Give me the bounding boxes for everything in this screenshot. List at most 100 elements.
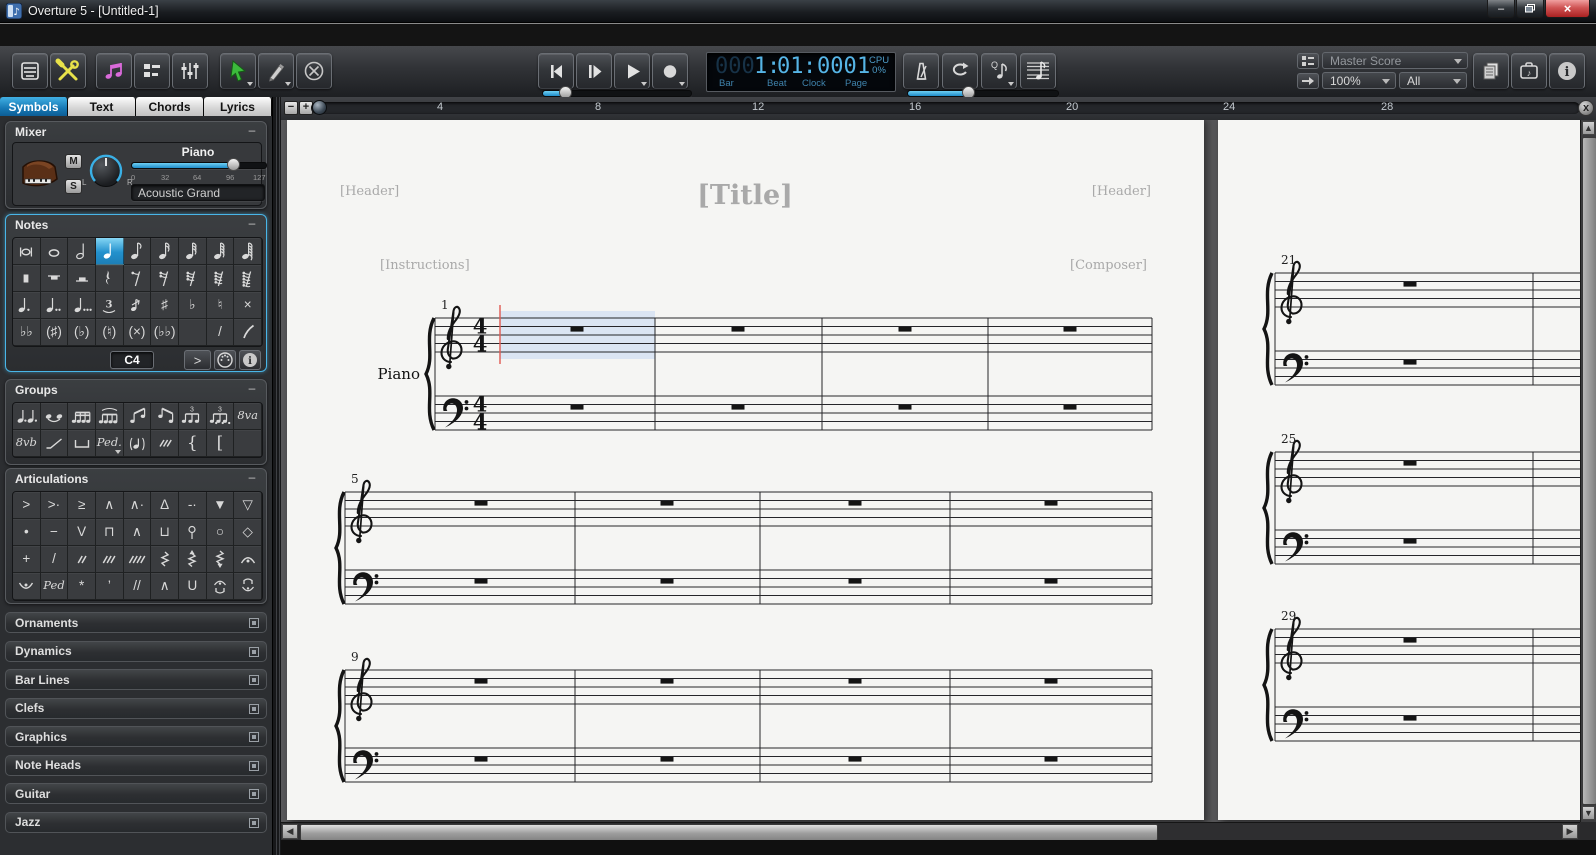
paren-double-sharp-button[interactable]: (×) (123, 319, 152, 346)
vertical-scroll-thumb[interactable] (1582, 137, 1596, 805)
double-whole-rest-button[interactable] (13, 265, 41, 292)
tremolo-group-button[interactable] (151, 430, 179, 457)
quarter-note-button[interactable] (95, 238, 124, 265)
play-button[interactable] (614, 53, 650, 89)
tools-button[interactable] (50, 53, 86, 89)
expand-icon[interactable] (249, 732, 259, 742)
bracket-u-button[interactable]: U (178, 573, 207, 600)
soft-marcato-button[interactable]: ∧ (151, 573, 179, 600)
thirtysecond-rest-button[interactable] (178, 265, 207, 292)
panel-bar-clefs[interactable]: Clefs (5, 697, 267, 719)
ruler-minus-button[interactable]: − (284, 101, 298, 115)
scroll-up-button[interactable]: ▲ (1582, 121, 1595, 135)
select-arrow-button[interactable] (220, 53, 256, 89)
octave-down-button[interactable]: 8vb (13, 430, 41, 457)
copy-pages-button[interactable] (1473, 53, 1509, 89)
ruler-groove[interactable]: 4 8 12 16 20 24 28 (311, 101, 1580, 114)
tab-text[interactable]: Text (68, 97, 136, 116)
paren-sharp-button[interactable]: (♯) (40, 319, 69, 346)
natural-button[interactable]: ♮ (206, 292, 235, 319)
harmonic-stem-button[interactable] (178, 519, 207, 546)
flat-button[interactable]: ♭ (178, 292, 207, 319)
marcato-button[interactable]: ∧ (95, 492, 124, 519)
solo-button[interactable]: S (65, 179, 82, 194)
marcato-staccato-button[interactable]: ∧· (123, 492, 152, 519)
goto-button[interactable] (1297, 73, 1319, 89)
dotted-note-pair-button[interactable] (13, 403, 41, 430)
panel-bar-barlines[interactable]: Bar Lines (5, 669, 267, 690)
bracket-line-button[interactable] (68, 430, 96, 457)
fermata-u-button[interactable] (206, 573, 235, 600)
octave-up-button[interactable]: 8va (234, 403, 262, 430)
heavy-accent-button[interactable]: ≥ (68, 492, 96, 519)
expand-icon[interactable] (249, 789, 259, 799)
tremolo-1-button[interactable]: / (40, 546, 69, 573)
tenuto-staccato-button[interactable]: -· (178, 492, 207, 519)
cross-staff-button[interactable] (1020, 53, 1056, 89)
scroll-right-button[interactable]: ▶ (1562, 824, 1578, 839)
diamond-button[interactable]: ◇ (234, 519, 262, 546)
paren-note-button[interactable] (123, 430, 152, 457)
grace-note-button[interactable] (123, 292, 152, 319)
tuplet-button[interactable]: 3 (95, 292, 124, 319)
beam-descending-button[interactable] (151, 403, 179, 430)
metronome-button[interactable] (903, 53, 939, 89)
down-bow-button[interactable]: ▽ (234, 492, 262, 519)
arpeggio-up-button[interactable] (178, 546, 207, 573)
view-list-button[interactable] (1297, 53, 1319, 69)
double-flat-button[interactable]: ♭♭ (13, 319, 41, 346)
shuttle-slider[interactable] (542, 86, 692, 99)
track-list-button[interactable] (134, 53, 170, 89)
accent-button[interactable]: > (13, 492, 41, 519)
dropdown-icon[interactable] (114, 450, 121, 454)
playhead-marker[interactable] (312, 100, 327, 115)
info-button[interactable]: i (1549, 53, 1585, 89)
half-rest-button[interactable] (68, 265, 96, 292)
down-bow-square-button[interactable]: ⊓ (95, 519, 124, 546)
pencil-dropdown-icon[interactable] (285, 82, 291, 86)
triple-dotted-note-button[interactable] (68, 292, 96, 319)
tremolo-4-button[interactable] (123, 546, 152, 573)
quarter-rest-button[interactable] (95, 265, 124, 292)
paren-double-flat-button[interactable]: (♭♭) (151, 319, 179, 346)
midi-input-button[interactable] (214, 350, 236, 370)
expand-icon[interactable] (249, 646, 259, 657)
pitch-field[interactable]: C4 (110, 351, 154, 369)
arrow-dropdown-icon[interactable] (247, 82, 253, 86)
double-sharp-button[interactable]: × (234, 292, 262, 319)
square-bracket-button[interactable]: [ (206, 430, 235, 457)
restore-button[interactable] (1516, 0, 1544, 18)
eighth-rest-button[interactable] (123, 265, 152, 292)
fermata-u-down-button[interactable] (234, 573, 262, 600)
record-dropdown-icon[interactable] (679, 82, 685, 86)
beam-ascending-button[interactable] (123, 403, 152, 430)
paren-flat-button[interactable]: (♭) (68, 319, 96, 346)
bracket-low-button[interactable]: ⊔ (151, 519, 179, 546)
score-canvas[interactable]: [Header] [Title] [Header] [Instructions] [Co… (281, 120, 1580, 822)
rewind-button[interactable] (538, 53, 574, 89)
step-forward-button[interactable] (576, 53, 612, 89)
pedal-button[interactable]: Ped. (95, 430, 124, 457)
panel-bar-noteheads[interactable]: Note Heads (5, 754, 267, 776)
library-button[interactable] (12, 53, 48, 89)
expand-icon[interactable] (249, 618, 259, 628)
fermata-button[interactable] (234, 546, 262, 573)
note-info-button[interactable]: i (239, 350, 261, 370)
panel-bar-ornaments[interactable]: Ornaments (5, 612, 267, 633)
heavy-marcato-button[interactable]: Δ (151, 492, 179, 519)
dotted-note-button[interactable] (13, 292, 41, 319)
tremolo-3-button[interactable] (95, 546, 124, 573)
tab-lyrics[interactable]: Lyrics (204, 97, 272, 116)
tab-chords[interactable]: Chords (136, 97, 204, 116)
minimize-button[interactable]: – (1487, 0, 1515, 18)
notes-palette-button[interactable] (96, 53, 132, 89)
tempo-slider[interactable] (907, 86, 1059, 99)
whole-note-button[interactable] (40, 238, 69, 265)
score-view-select[interactable]: Master Score (1322, 52, 1468, 69)
accent-staccato-button[interactable]: >· (40, 492, 69, 519)
panel-bar-graphics[interactable]: Graphics (5, 726, 267, 747)
panel-bar-jazz[interactable]: Jazz (5, 811, 267, 833)
sixtyfourth-note-button[interactable] (206, 238, 235, 265)
tremolo-2-button[interactable] (68, 546, 96, 573)
double-whole-note-button[interactable] (13, 238, 41, 265)
